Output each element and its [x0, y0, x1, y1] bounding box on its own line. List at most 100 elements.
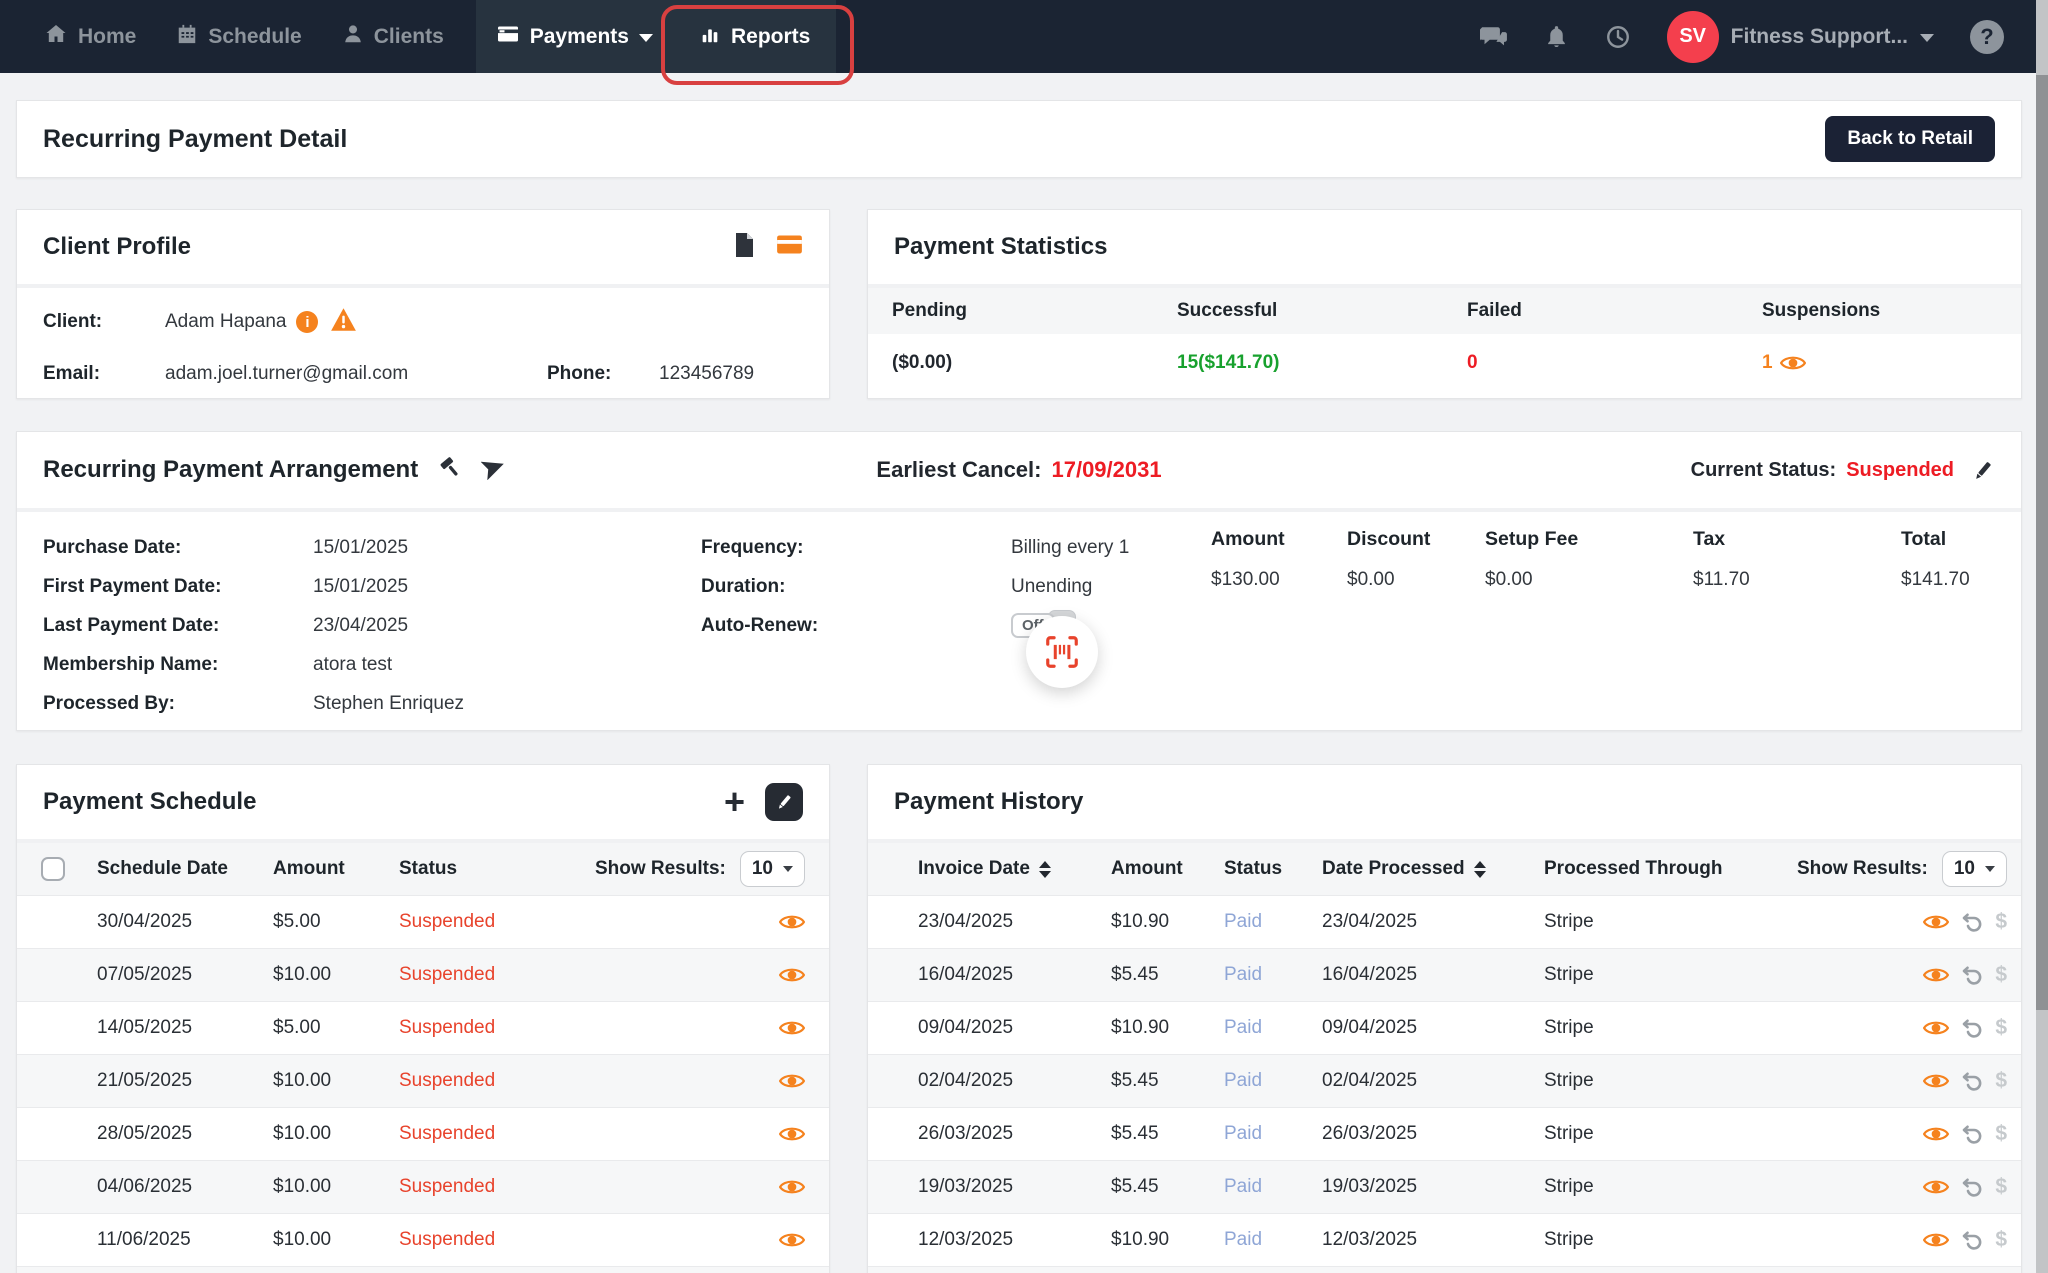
nav-label: Home — [78, 25, 136, 49]
schedule-date-cell: 11/06/2025 — [97, 1229, 273, 1251]
view-eye-icon[interactable] — [1923, 1019, 1949, 1037]
amount-column-value: $141.70 — [1901, 569, 1970, 591]
main-nav: Home Schedule Clients Payments Reports — [0, 0, 836, 73]
status-cell: Paid — [1224, 964, 1322, 986]
amount-column-value: $0.00 — [1347, 569, 1430, 591]
charge-dollar-icon[interactable]: $ — [1995, 1069, 2007, 1093]
processed-through-cell: Stripe — [1544, 1229, 1734, 1251]
retry-payment-icon[interactable] — [1960, 1016, 1984, 1040]
stats-values-row: ($0.00) 15($141.70) 0 1 — [868, 334, 2021, 392]
charge-dollar-icon[interactable]: $ — [1995, 963, 2007, 987]
barcode-icon — [1043, 633, 1081, 671]
gavel-icon[interactable] — [438, 455, 463, 485]
current-status: Current Status: Suspended — [1691, 458, 1995, 483]
nav-item-home[interactable]: Home — [24, 0, 156, 73]
status-cell: Suspended — [399, 1176, 549, 1198]
view-eye-icon[interactable] — [1923, 1072, 1949, 1090]
nav-item-payments[interactable]: Payments — [476, 0, 673, 73]
sort-invoice-date-icon[interactable] — [1039, 861, 1051, 878]
payment-card-icon[interactable] — [776, 231, 803, 263]
retry-payment-icon[interactable] — [1960, 1122, 1984, 1146]
amount-column: Setup Fee $0.00 — [1485, 528, 1578, 591]
status-cell: Paid — [1224, 911, 1322, 933]
view-eye-icon[interactable] — [1923, 1125, 1949, 1143]
stats-col-successful: Successful — [1177, 300, 1467, 322]
show-results-select[interactable]: 10 — [740, 851, 805, 887]
view-suspensions-eye-icon[interactable] — [1780, 354, 1806, 372]
account-menu[interactable]: SV Fitness Support... — [1667, 11, 1934, 63]
nav-item-reports[interactable]: Reports — [673, 0, 836, 73]
charge-dollar-icon[interactable]: $ — [1995, 1122, 2007, 1146]
retry-payment-icon[interactable] — [1960, 963, 1984, 987]
nav-label: Payments — [530, 25, 629, 49]
payment-history-title: Payment History — [894, 788, 1083, 816]
amount-column: Amount $130.00 — [1211, 528, 1285, 591]
charge-dollar-icon[interactable]: $ — [1995, 1175, 2007, 1199]
select-all-checkbox[interactable] — [41, 857, 65, 881]
stats-col-failed: Failed — [1467, 300, 1762, 322]
info-icon[interactable]: i — [296, 311, 318, 333]
payment-statistics-title: Payment Statistics — [894, 233, 1107, 261]
sort-date-processed-icon[interactable] — [1474, 861, 1486, 878]
view-eye-icon[interactable] — [1923, 1178, 1949, 1196]
view-eye-icon[interactable] — [1923, 966, 1949, 984]
email-label: Email: — [43, 363, 165, 385]
view-eye-icon[interactable] — [779, 966, 805, 984]
history-row: 09/04/2025 $10.90 Paid 09/04/2025 Stripe… — [868, 1001, 2021, 1054]
col-schedule-date: Schedule Date — [97, 858, 273, 880]
add-schedule-icon[interactable]: + — [724, 784, 745, 820]
date-processed-cell: 19/03/2025 — [1322, 1176, 1544, 1198]
schedule-date-cell: 28/05/2025 — [97, 1123, 273, 1145]
phone-label: Phone: — [547, 363, 659, 385]
amount-cell: $10.00 — [273, 1176, 399, 1198]
chat-icon[interactable] — [1480, 24, 1508, 50]
retry-payment-icon[interactable] — [1960, 1175, 1984, 1199]
warning-icon[interactable] — [330, 307, 357, 338]
charge-dollar-icon[interactable]: $ — [1995, 1228, 2007, 1252]
view-eye-icon[interactable] — [779, 1178, 805, 1196]
amount-column: Tax $11.70 — [1693, 528, 1750, 591]
page-scrollbar[interactable] — [2036, 0, 2048, 1273]
back-to-retail-button[interactable]: Back to Retail — [1825, 116, 1995, 162]
view-eye-icon[interactable] — [779, 1125, 805, 1143]
charge-dollar-icon[interactable]: $ — [1995, 1016, 2007, 1040]
view-eye-icon[interactable] — [779, 913, 805, 931]
history-row: 12/03/2025 $10.90 Paid 12/03/2025 Stripe… — [868, 1213, 2021, 1266]
view-eye-icon[interactable] — [779, 1019, 805, 1037]
invoice-date-cell: 02/04/2025 — [918, 1070, 1111, 1092]
send-icon[interactable] — [481, 455, 506, 485]
charge-dollar-icon[interactable]: $ — [1995, 910, 2007, 934]
processed-through-cell: Stripe — [1544, 1176, 1734, 1198]
note-document-icon[interactable] — [732, 232, 756, 263]
clock-icon[interactable] — [1605, 24, 1631, 50]
col-invoice-date: Invoice Date — [918, 858, 1030, 880]
amount-column-label: Tax — [1693, 528, 1750, 551]
retry-payment-icon[interactable] — [1960, 910, 1984, 934]
nav-item-clients[interactable]: Clients — [322, 0, 464, 73]
scrollbar-thumb[interactable] — [2036, 75, 2048, 1010]
view-eye-icon[interactable] — [779, 1231, 805, 1249]
invoice-date-cell: 09/04/2025 — [918, 1017, 1111, 1039]
nav-item-schedule[interactable]: Schedule — [156, 0, 321, 73]
status-cell: Suspended — [399, 911, 549, 933]
barcode-scan-button[interactable] — [1026, 616, 1098, 688]
status-cell: Paid — [1224, 1123, 1322, 1145]
retry-payment-icon[interactable] — [1960, 1228, 1984, 1252]
navbar-right: SV Fitness Support... ? — [1480, 0, 2048, 73]
show-results-select[interactable]: 10 — [1942, 851, 2007, 887]
view-eye-icon[interactable] — [1923, 1231, 1949, 1249]
schedule-date-cell: 07/05/2025 — [97, 964, 273, 986]
page-title: Recurring Payment Detail — [43, 125, 347, 154]
invoice-date-cell: 19/03/2025 — [918, 1176, 1111, 1198]
retry-payment-icon[interactable] — [1960, 1069, 1984, 1093]
history-row: 16/04/2025 $5.45 Paid 16/04/2025 Stripe … — [868, 948, 2021, 1001]
view-eye-icon[interactable] — [1923, 913, 1949, 931]
account-label: Fitness Support... — [1731, 25, 1908, 49]
help-icon[interactable]: ? — [1970, 20, 2004, 54]
view-eye-icon[interactable] — [779, 1072, 805, 1090]
edit-schedule-icon[interactable] — [765, 783, 803, 821]
bell-icon[interactable] — [1544, 24, 1569, 49]
history-row: 23/04/2025 $10.90 Paid 23/04/2025 Stripe… — [868, 895, 2021, 948]
edit-status-pencil-icon[interactable] — [1970, 458, 1995, 483]
email-value: adam.joel.turner@gmail.com — [165, 363, 547, 385]
